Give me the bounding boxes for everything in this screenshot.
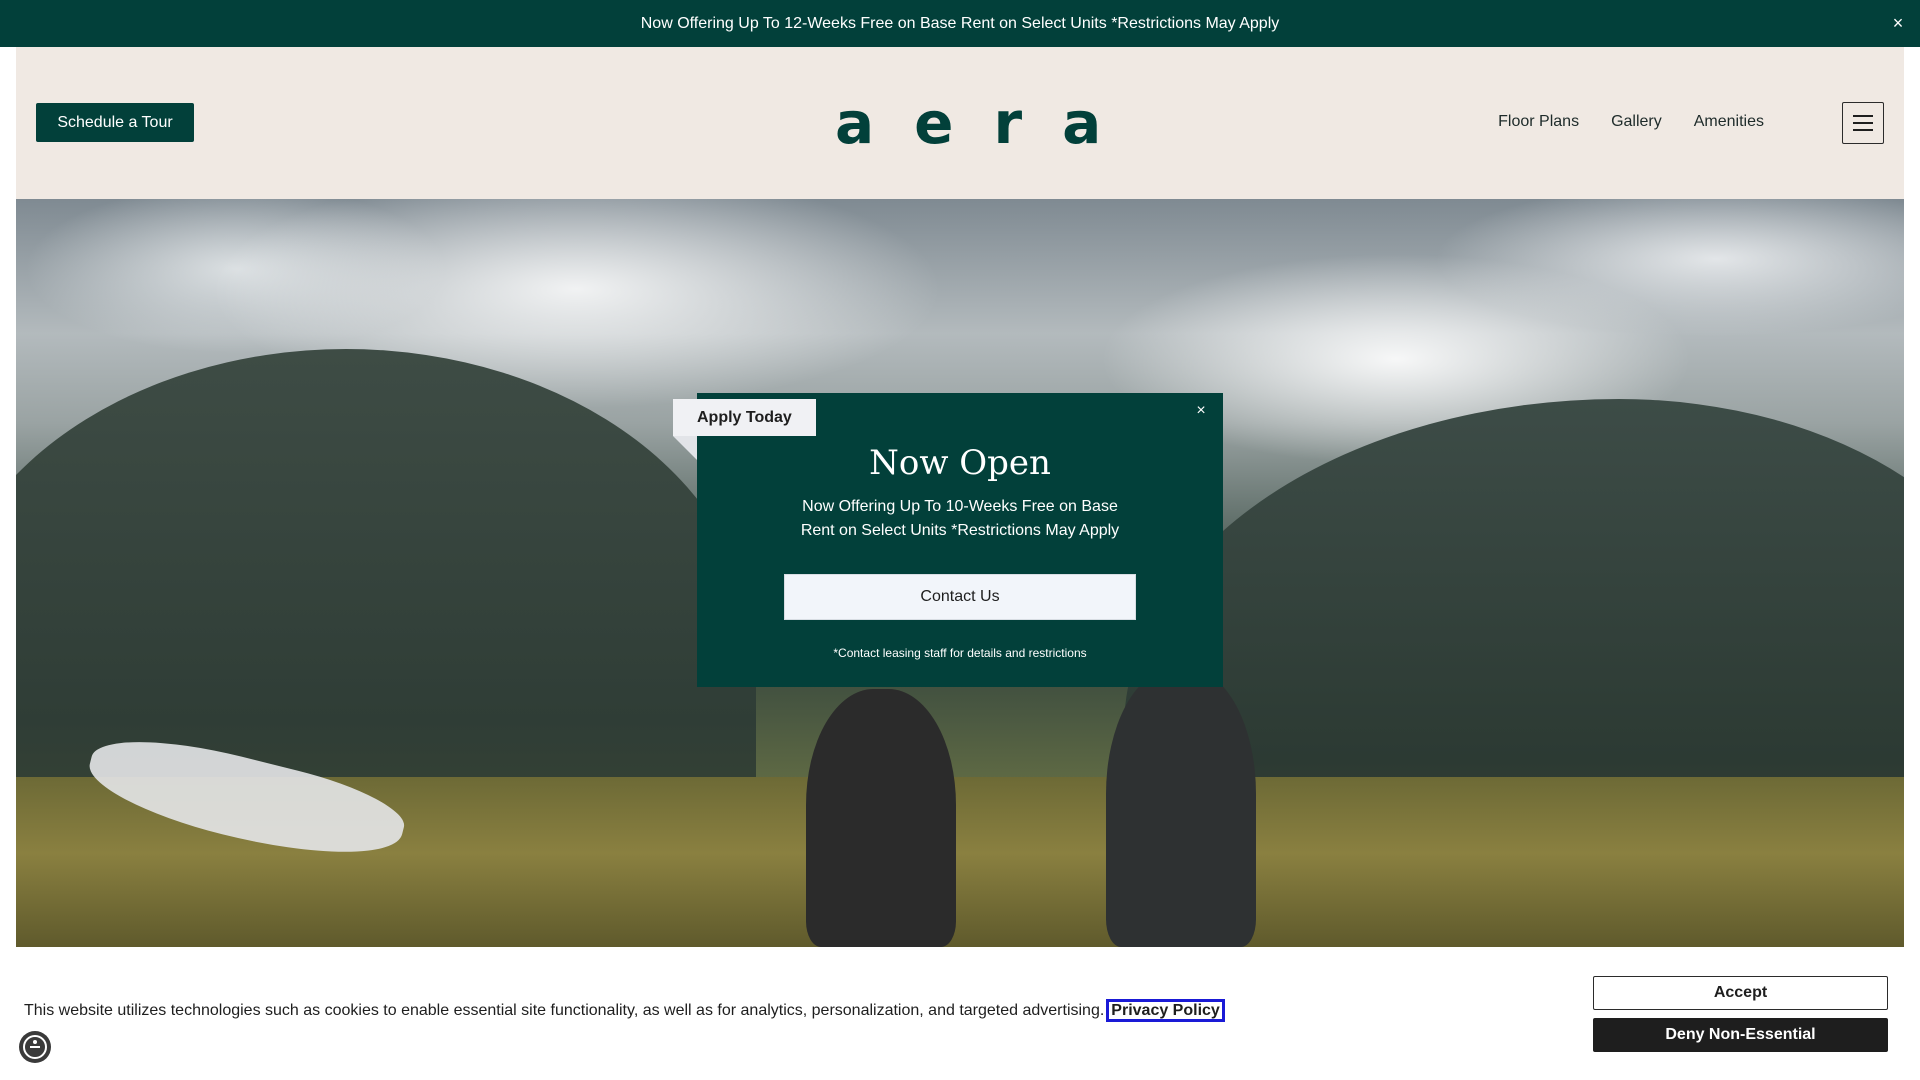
schedule-tour-button[interactable]: Schedule a Tour bbox=[36, 103, 194, 142]
cookie-text: This website utilizes technologies such … bbox=[24, 1002, 1105, 1019]
privacy-policy-link[interactable]: Privacy Policy bbox=[1106, 999, 1225, 1022]
popup-description: Now Offering Up To 10-Weeks Free on Base… bbox=[800, 498, 1120, 539]
site-header: Schedule a Tour aera Floor Plans Gallery… bbox=[16, 47, 1904, 199]
accessibility-icon[interactable] bbox=[19, 1031, 51, 1063]
main-nav: Floor Plans Gallery Amenities bbox=[1498, 113, 1764, 131]
announcement-text: Now Offering Up To 12-Weeks Free on Base… bbox=[640, 14, 1280, 32]
hamburger-menu-icon[interactable] bbox=[1842, 102, 1884, 144]
menu-line bbox=[1853, 122, 1873, 124]
site-logo[interactable]: aera bbox=[835, 87, 1101, 159]
accept-button[interactable]: Accept bbox=[1593, 976, 1888, 1010]
hero-hiker-right bbox=[1106, 669, 1256, 947]
nav-item-gallery[interactable]: Gallery bbox=[1611, 113, 1662, 131]
close-icon[interactable]: × bbox=[1886, 11, 1910, 35]
menu-line bbox=[1853, 115, 1873, 117]
deny-non-essential-button[interactable]: Deny Non-Essential bbox=[1593, 1018, 1888, 1052]
contact-us-button[interactable]: Contact Us bbox=[784, 574, 1136, 620]
menu-line bbox=[1853, 129, 1873, 131]
accessibility-figure bbox=[23, 1035, 47, 1059]
hero-hiker-left bbox=[806, 689, 956, 947]
cookie-banner: This website utilizes technologies such … bbox=[0, 947, 1920, 1080]
nav-item-amenities[interactable]: Amenities bbox=[1694, 113, 1764, 131]
cookie-text-row: This website utilizes technologies such … bbox=[24, 999, 1225, 1022]
apply-today-ribbon[interactable]: Apply Today bbox=[673, 399, 816, 436]
announcement-bar: Now Offering Up To 12-Weeks Free on Base… bbox=[0, 0, 1920, 47]
now-open-popup: × Now Open Now Offering Up To 10-Weeks F… bbox=[697, 393, 1223, 687]
nav-item-floor-plans[interactable]: Floor Plans bbox=[1498, 113, 1579, 131]
close-icon[interactable]: × bbox=[1191, 401, 1211, 421]
popup-note: *Contact leasing staff for details and r… bbox=[833, 646, 1087, 660]
popup-title: Now Open bbox=[869, 443, 1051, 483]
ribbon-tail bbox=[673, 436, 697, 460]
